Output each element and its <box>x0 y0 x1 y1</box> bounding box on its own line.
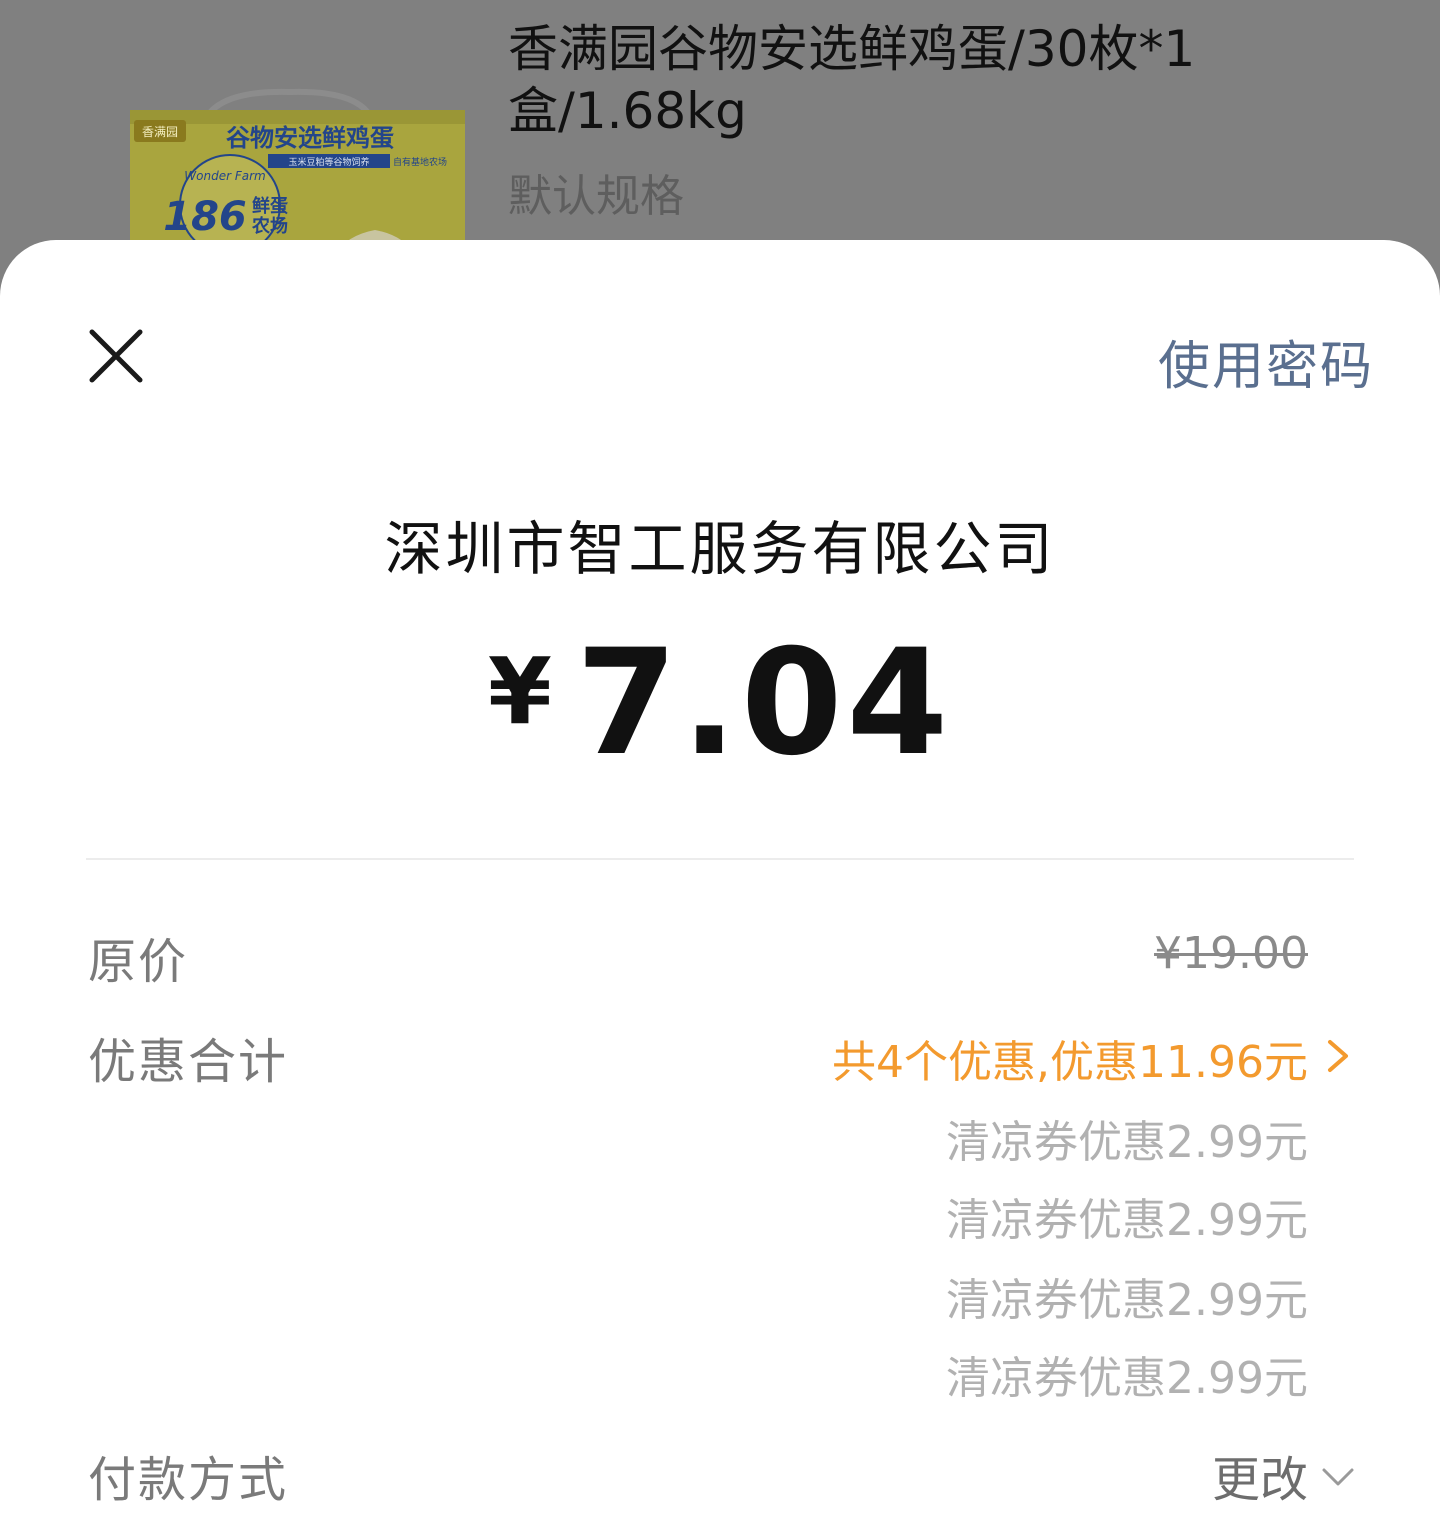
payment-amount: ¥7.04 <box>0 618 1440 788</box>
original-price-label: 原价 <box>88 934 189 990</box>
currency-symbol: ¥ <box>487 638 552 745</box>
product-badge-text1: 鲜蛋 <box>252 195 288 217</box>
product-title: 香满园谷物安选鲜鸡蛋/30枚*1盒/1.68kg <box>508 20 1196 140</box>
use-password-link[interactable]: 使用密码 <box>1158 324 1374 399</box>
product-badge-number: 186 <box>163 194 247 240</box>
coupon-item: 清凉券优惠2.99元 <box>946 1275 1308 1326</box>
payment-sheet: 使用密码 深圳市智工服务有限公司 ¥7.04 原价 ¥19.00 优惠合计 共4… <box>0 240 1440 1535</box>
product-wonder-farm: Wonder Farm <box>184 169 265 183</box>
product-badge-text2: 农场 <box>251 215 288 237</box>
original-price-value: ¥19.00 <box>1154 928 1308 979</box>
discount-summary-link[interactable]: 共4个优惠,优惠11.96元 <box>832 1026 1308 1090</box>
change-payment-button[interactable]: 更改 <box>1212 1440 1308 1510</box>
product-banner-2: 自有基地农场 <box>393 156 447 168</box>
payment-method-label: 付款方式 <box>88 1452 289 1508</box>
divider <box>86 858 1354 860</box>
coupon-item: 清凉券优惠2.99元 <box>946 1195 1308 1246</box>
amount-value: 7.04 <box>575 618 953 788</box>
product-banner: 玉米豆粕等谷物饲养 <box>288 156 369 168</box>
chevron-right-icon[interactable] <box>1322 1036 1354 1076</box>
discount-total-label: 优惠合计 <box>88 1034 289 1090</box>
product-headline: 谷物安选鲜鸡蛋 <box>226 124 394 152</box>
chevron-down-icon[interactable] <box>1318 1462 1358 1492</box>
merchant-name: 深圳市智工服务有限公司 <box>384 515 1056 583</box>
coupon-item: 清凉券优惠2.99元 <box>946 1353 1308 1404</box>
product-brand: 香满园 <box>142 125 178 139</box>
close-icon[interactable] <box>80 320 152 392</box>
coupon-item: 清凉券优惠2.99元 <box>946 1117 1308 1168</box>
product-spec: 默认规格 <box>508 171 684 222</box>
